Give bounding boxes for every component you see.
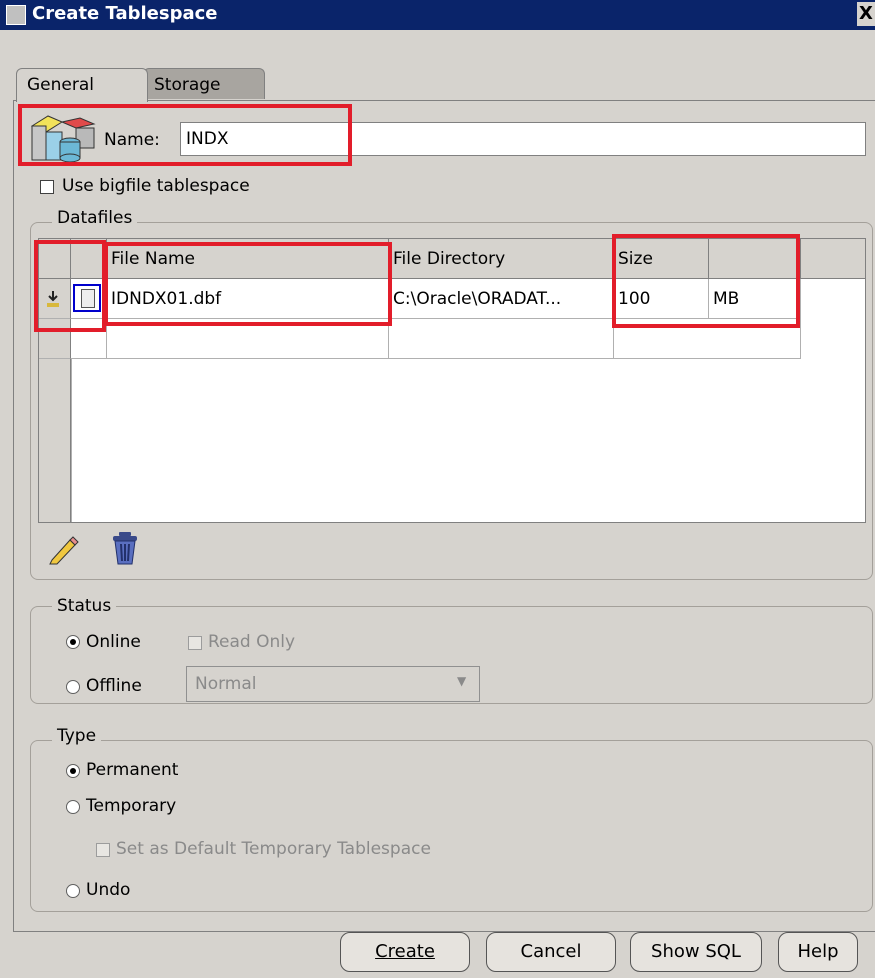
- cell-file-directory[interactable]: C:\Oracle\ORADAT...: [389, 279, 614, 319]
- temporary-radio[interactable]: [66, 800, 80, 814]
- close-icon[interactable]: X: [857, 2, 875, 26]
- column-file-directory[interactable]: File Directory: [389, 239, 614, 279]
- help-button[interactable]: Help: [778, 932, 858, 972]
- tab-storage[interactable]: Storage: [143, 68, 265, 99]
- tab-general[interactable]: General: [16, 68, 148, 102]
- online-radio[interactable]: [66, 635, 80, 649]
- default-temp-checkbox[interactable]: [96, 843, 110, 857]
- datafiles-legend: Datafiles: [52, 208, 138, 228]
- read-only-checkbox[interactable]: [188, 636, 202, 650]
- undo-label: Undo: [86, 880, 131, 900]
- highlight-box-filename: [104, 242, 392, 326]
- permanent-label: Permanent: [86, 760, 179, 780]
- trash-icon[interactable]: [110, 530, 140, 566]
- offline-radio[interactable]: [66, 680, 80, 694]
- window-title: Create Tablespace: [32, 3, 218, 24]
- default-temp-label: Set as Default Temporary Tablespace: [116, 839, 431, 859]
- row-header-strip: [39, 359, 71, 522]
- read-only-label: Read Only: [208, 632, 296, 652]
- highlight-box-size: [612, 234, 800, 328]
- column-filler: [801, 239, 865, 279]
- offline-mode-select[interactable]: Normal ▼: [186, 666, 480, 702]
- undo-radio[interactable]: [66, 884, 80, 898]
- show-sql-button[interactable]: Show SQL: [630, 932, 762, 972]
- empty-cell[interactable]: [389, 319, 614, 359]
- chevron-down-icon: ▼: [457, 674, 467, 688]
- bigfile-label: Use bigfile tablespace: [62, 176, 250, 196]
- offline-mode-value: Normal: [195, 674, 257, 694]
- offline-label: Offline: [86, 676, 142, 696]
- title-bar: Create Tablespace X: [0, 0, 875, 30]
- status-legend: Status: [52, 596, 117, 616]
- create-label: Create: [375, 941, 435, 962]
- cancel-button[interactable]: Cancel: [486, 932, 616, 972]
- type-legend: Type: [52, 726, 102, 746]
- temporary-label: Temporary: [86, 796, 177, 816]
- bigfile-checkbox[interactable]: [40, 180, 54, 194]
- create-button[interactable]: Create: [340, 932, 470, 972]
- highlight-box-name: [18, 104, 352, 166]
- column-divider: [71, 359, 72, 522]
- pencil-icon[interactable]: [46, 532, 80, 566]
- app-icon: [6, 5, 26, 25]
- online-label: Online: [86, 632, 141, 652]
- permanent-radio[interactable]: [66, 764, 80, 778]
- highlight-box-icon: [34, 240, 106, 332]
